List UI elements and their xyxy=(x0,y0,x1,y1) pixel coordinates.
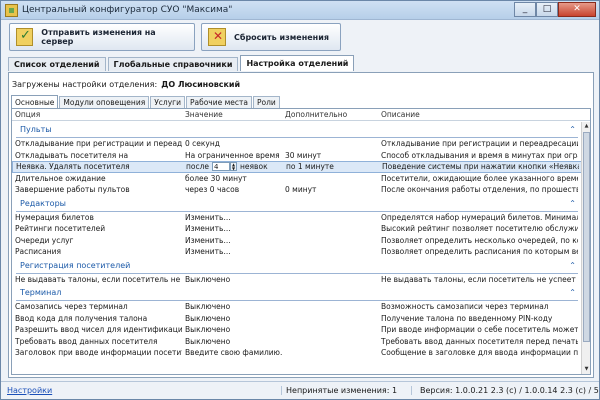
collapse-icon[interactable]: ⌃ xyxy=(565,199,578,208)
col-desc-header[interactable]: Описание xyxy=(378,109,578,120)
tab-department-settings[interactable]: Настройка отделений xyxy=(240,55,355,71)
tab-workstations[interactable]: Рабочие места xyxy=(185,96,252,108)
table-row[interactable]: Откладывать посетителя на На ограниченное… xyxy=(12,150,582,162)
loaded-label: Загружены настройки отделения: xyxy=(12,79,158,89)
app-window: Центральный конфигуратор СУО "Максима" _… xyxy=(0,0,600,400)
tab-roles[interactable]: Роли xyxy=(252,96,280,108)
table-row[interactable]: Не выдавать талоны, если посетитель не у… xyxy=(12,274,582,286)
spin-buttons[interactable]: ▲ ▼ xyxy=(230,162,238,172)
title-bar: Центральный конфигуратор СУО "Максима" _… xyxy=(1,1,599,20)
no-show-editor: после 4 ▲ ▼ неявок xyxy=(186,162,268,172)
table-row[interactable]: Требовать ввод данных посетителя Выключен… xyxy=(12,336,582,348)
tab-departments-list[interactable]: Список отделений xyxy=(8,57,106,71)
col-extra-header[interactable]: Дополнительно xyxy=(282,109,378,120)
settings-link[interactable]: Настройки xyxy=(1,386,281,395)
grid-header: Опция Значение Дополнительно Описание xyxy=(12,109,590,121)
scroll-down-icon[interactable]: ▼ xyxy=(582,365,590,374)
group-header[interactable]: Терминал ⌃ xyxy=(16,285,578,301)
collapse-icon[interactable]: ⌃ xyxy=(565,125,578,134)
scroll-thumb[interactable] xyxy=(583,132,590,342)
group-header[interactable]: Редакторы ⌃ xyxy=(16,196,578,212)
tab-services[interactable]: Услуги xyxy=(150,96,185,108)
vertical-scrollbar[interactable]: ▲ ▼ xyxy=(581,122,590,374)
scroll-up-icon[interactable]: ▲ xyxy=(582,122,590,131)
table-row[interactable]: Самозапись через терминал Выключено Возмож… xyxy=(12,301,582,313)
settings-panel: Загружены настройки отделения: ДО Люсино… xyxy=(8,72,594,378)
pending-changes: Непринятые изменения: 1 xyxy=(281,386,411,395)
send-changes-button[interactable]: Отправить изменения на сервер xyxy=(9,23,195,51)
tab-general[interactable]: Основные xyxy=(11,95,59,108)
window-title: Центральный конфигуратор СУО "Максима" xyxy=(22,5,233,15)
table-row[interactable]: Откладывание при регистрации и переадрес… xyxy=(12,138,582,150)
reset-changes-button[interactable]: Сбросить изменения xyxy=(201,23,341,51)
table-row[interactable]: Очереди услуг Изменить... Позволяет опреде… xyxy=(12,235,582,247)
sub-tabs: Основные Модули оповещения Услуги Рабочи… xyxy=(9,95,593,108)
table-row[interactable]: Нумерация билетов Изменить... Определятся … xyxy=(12,212,582,224)
table-row[interactable]: Завершение работы пультов через 0 часов 0 … xyxy=(12,184,582,196)
reset-changes-label: Сбросить изменения xyxy=(234,32,329,42)
collapse-icon[interactable]: ⌃ xyxy=(565,288,578,297)
settings-grid: Опция Значение Дополнительно Описание Пу… xyxy=(11,108,591,375)
table-row[interactable]: Ввод кода для получения талона Выключено П… xyxy=(12,313,582,325)
tab-notification-modules[interactable]: Модули оповещения xyxy=(59,96,150,108)
group-header[interactable]: Регистрация посетителей ⌃ xyxy=(16,258,578,274)
table-row[interactable]: Расписания Изменить... Позволяет определит… xyxy=(12,246,582,258)
table-row[interactable]: Рейтинги посетителей Изменить... Высокий р… xyxy=(12,223,582,235)
minimize-button[interactable]: _ xyxy=(514,2,536,17)
grid-rows: Пульты ⌃ Откладывание при регистрации и п… xyxy=(12,122,582,359)
collapse-icon[interactable]: ⌃ xyxy=(565,261,578,270)
version-info: Версия: 1.0.0.21 2.3 (c) / 1.0.0.14 2.3 … xyxy=(411,386,599,395)
maximize-button[interactable]: □ xyxy=(536,2,558,17)
reset-icon xyxy=(208,28,226,46)
no-show-count-input[interactable]: 4 xyxy=(212,162,231,172)
send-icon xyxy=(16,28,34,46)
table-row[interactable]: Разрешить ввод чисел для идентификации Вы… xyxy=(12,324,582,336)
col-option-header[interactable]: Опция xyxy=(12,109,182,120)
main-tabs: Список отделений Глобальные справочники … xyxy=(1,55,599,71)
tab-global-directories[interactable]: Глобальные справочники xyxy=(107,57,239,71)
department-name: ДО Люсиновский xyxy=(161,79,241,89)
table-row[interactable]: Длительное ожидание более 30 минут Посетит… xyxy=(12,173,582,185)
table-row-selected[interactable]: Неявка. Удалять посетителя после 4 ▲ ▼ не… xyxy=(12,161,582,173)
table-row[interactable]: Заголовок при вводе информации посетител… xyxy=(12,347,582,359)
toolbar: Отправить изменения на сервер Сбросить и… xyxy=(1,20,599,54)
loaded-settings: Загружены настройки отделения: ДО Люсино… xyxy=(9,73,593,95)
close-button[interactable]: ✕ xyxy=(558,2,596,17)
send-changes-label: Отправить изменения на сервер xyxy=(41,28,156,46)
app-icon xyxy=(5,3,18,17)
status-bar: Настройки Непринятые изменения: 1 Версия… xyxy=(1,381,599,399)
group-header[interactable]: Пульты ⌃ xyxy=(16,122,578,138)
col-value-header[interactable]: Значение xyxy=(182,109,282,120)
